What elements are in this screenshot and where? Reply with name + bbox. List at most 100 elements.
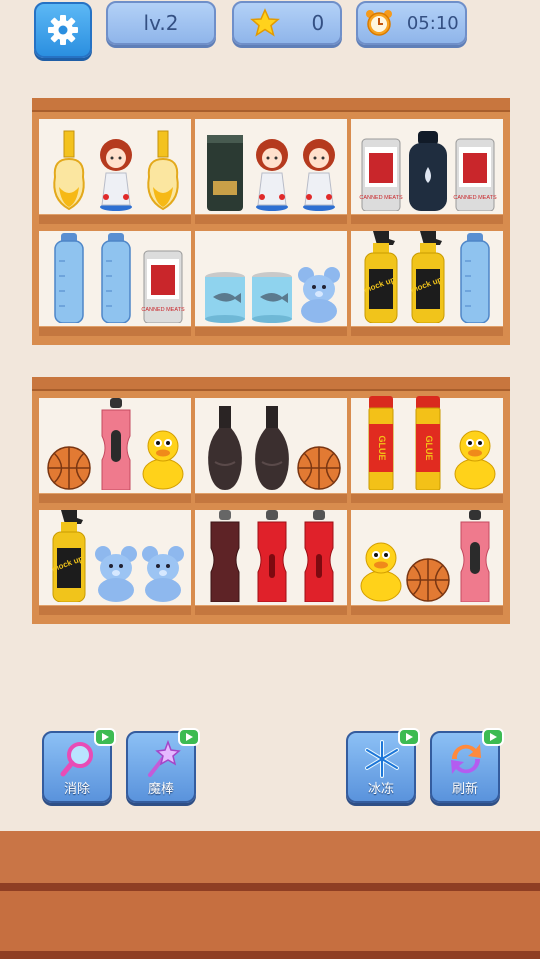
magnifier-icon [60,742,93,777]
svg-text:CANNED MEATS: CANNED MEATS [141,307,185,313]
basketball[interactable] [297,446,341,494]
dark-lotion-bottle[interactable] [406,129,450,215]
ad-video-badge [398,728,420,746]
magic-wand-powerup-button[interactable]: 魔棒 [126,728,200,803]
dark-sport-bottle[interactable] [203,508,247,606]
star-icon [249,8,280,37]
shelf-ledge [351,214,503,224]
canned-meat-can[interactable]: CANNED MEATS [453,135,497,215]
svg-text:CANNED MEATS: CANNED MEATS [359,195,403,201]
shelf-ledge [39,493,191,503]
shelf-ledge [351,493,503,503]
ad-video-badge [178,728,200,746]
basketball[interactable] [47,446,91,494]
blue-bear-toy[interactable] [141,544,185,606]
water-bottle[interactable] [94,231,138,327]
canned-meat-can[interactable]: CANNED MEATS [141,247,185,327]
perfume-bottle[interactable] [47,129,91,215]
shelf-bay [39,119,191,224]
doll-figurine[interactable] [94,127,138,215]
blue-bear-toy[interactable] [297,265,341,327]
shelf-frame: GLUE GLUE mock up [32,391,510,624]
blue-bear-toy[interactable] [94,544,138,606]
floor-groove [0,883,540,891]
timer-value: 05:10 [406,12,459,34]
glue-stick[interactable]: GLUE [359,394,403,494]
svg-text:GLUE: GLUE [377,435,387,460]
refresh-icon [451,744,481,774]
timer-display: 05:10 [356,1,467,45]
snowflake-icon [365,740,399,778]
doll-figurine[interactable] [297,127,341,215]
alarm-clock-icon [366,10,393,36]
upper-shelf: CANNED MEATS CANNED MEATS CANNED MEATS m… [32,98,510,345]
fish-tin[interactable] [203,271,247,327]
floor-groove [0,951,540,959]
water-bottle[interactable] [453,231,497,327]
shelf-ledge [351,326,503,336]
shelf-top-board [32,377,510,391]
refresh-powerup-label: 刷新 [451,782,478,797]
floor-plank [0,831,540,883]
settings-button[interactable] [34,2,92,58]
yellow-duck[interactable] [141,422,185,494]
remove-powerup-button[interactable]: 消除 [42,728,116,803]
magic-wand-powerup-label: 魔棒 [147,782,174,797]
level-label: lv.2 [143,11,179,35]
lower-shelf: GLUE GLUE mock up [32,377,510,624]
fish-tin[interactable] [250,271,294,327]
yellow-duck[interactable] [453,422,497,494]
shelf-bay: CANNED MEATS CANNED MEATS [351,119,503,224]
basketball[interactable] [406,558,450,606]
shelf-ledge [39,326,191,336]
star-count: 0 [311,11,325,35]
shelf-bay [195,510,347,615]
star-counter: 0 [232,1,342,45]
red-sport-bottle[interactable] [250,508,294,606]
shelf-bay: GLUE GLUE [351,396,503,503]
pink-sport-bottle[interactable] [94,396,138,494]
remove-powerup-label: 消除 [63,782,90,797]
shelf-frame: CANNED MEATS CANNED MEATS CANNED MEATS m… [32,112,510,345]
water-bottle[interactable] [47,231,91,327]
floor-plank [0,891,540,951]
svg-text:CANNED MEATS: CANNED MEATS [453,195,497,201]
red-sport-bottle[interactable] [297,508,341,606]
shelf-bay [195,119,347,224]
shelf-ledge [195,326,347,336]
shelf-bay [195,231,347,336]
freeze-powerup-label: 冰冻 [367,782,394,797]
level-display: lv.2 [106,1,216,45]
refresh-powerup-button[interactable]: 刷新 [430,728,504,803]
shelf-ledge [195,605,347,615]
magic-wand-icon [148,739,181,777]
gear-icon [48,15,78,45]
mockup-spray-bottle[interactable]: mock up [359,229,403,327]
dark-vase[interactable] [250,404,294,494]
perfume-bottle[interactable] [141,129,185,215]
shelf-bay [351,510,503,615]
shelf-bay: mock up mock up [351,231,503,336]
mockup-spray-bottle[interactable]: mock up [47,508,91,606]
shelf-ledge [39,605,191,615]
pink-sport-bottle[interactable] [453,508,497,606]
shelf-ledge [195,214,347,224]
glue-stick[interactable]: GLUE [406,394,450,494]
shelf-ledge [39,214,191,224]
yellow-duck[interactable] [359,534,403,606]
svg-text:GLUE: GLUE [424,435,434,460]
shelf-bay: mock up [39,510,191,615]
dark-can[interactable] [203,131,247,215]
canned-meat-can[interactable]: CANNED MEATS [359,135,403,215]
doll-figurine[interactable] [250,127,294,215]
shelf-bay: CANNED MEATS [39,231,191,336]
shelf-bay [39,398,191,503]
dark-vase[interactable] [203,404,247,494]
shelf-ledge [195,493,347,503]
ad-video-badge [94,728,116,746]
freeze-powerup-button[interactable]: 冰冻 [346,728,420,803]
shelf-top-board [32,98,510,112]
ad-video-badge [482,728,504,746]
mockup-spray-bottle[interactable]: mock up [406,229,450,327]
shelf-bay [195,398,347,503]
